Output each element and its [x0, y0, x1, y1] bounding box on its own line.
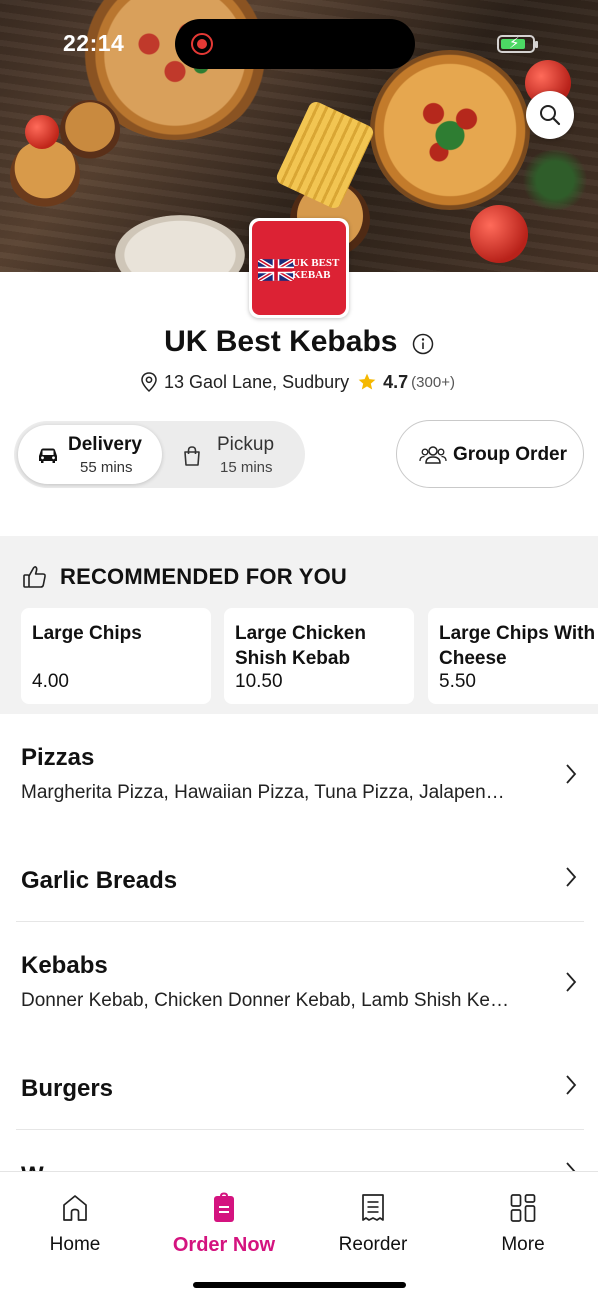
recommended-section: RECOMMENDED FOR YOU Large Chips 4.00 Lar… [0, 536, 598, 714]
location-pin-icon [141, 372, 157, 393]
category-name: Kebabs [21, 952, 108, 979]
chevron-right-icon [566, 1075, 577, 1095]
delivery-option[interactable]: Delivery 55 mins [18, 425, 162, 484]
category-description: Margherita Pizza, Hawaiian Pizza, Tuna P… [21, 782, 505, 803]
chevron-right-icon [566, 764, 577, 784]
chevron-right-icon [566, 972, 577, 992]
category-description: Donner Kebab, Chicken Donner Kebab, Lamb… [21, 990, 509, 1011]
tab-more[interactable]: More [463, 1192, 583, 1256]
item-name: Large Chips With Cheese [439, 623, 596, 669]
recommended-item-card[interactable]: Large Chips With Cheese 5.50 [428, 608, 598, 704]
screen-record-icon [191, 33, 213, 55]
dynamic-island [175, 19, 415, 69]
pickup-label: Pickup [217, 434, 275, 455]
divider [16, 921, 584, 922]
category-name: Garlic Breads [21, 867, 178, 894]
search-icon [540, 105, 561, 126]
logo-text: UK BEST KEBAB [292, 257, 340, 281]
item-name: Large Chicken Shish Kebab [235, 623, 366, 669]
car-icon [39, 448, 57, 463]
rating-value: 4.7 [383, 371, 409, 392]
recommended-item-card[interactable]: Large Chips 4.00 [21, 608, 211, 704]
battery-icon: ⚡ [497, 35, 538, 53]
group-order-label: Group Order [453, 444, 568, 465]
group-order-button[interactable]: Group Order [396, 420, 584, 488]
status-time: 22:14 [63, 30, 125, 56]
item-price: 4.00 [32, 671, 69, 692]
category-name: Burgers [21, 1075, 114, 1102]
category-row-burgers[interactable]: Burgers [16, 1073, 584, 1123]
recommended-heading: RECOMMENDED FOR YOU [60, 564, 347, 589]
tab-reorder[interactable]: Reorder [313, 1192, 433, 1256]
tab-label: More [501, 1234, 545, 1255]
rating-count: (300+) [411, 373, 455, 391]
group-users-icon [419, 446, 447, 464]
restaurant-logo: UK BEST KEBAB [249, 218, 349, 318]
thumbs-up-icon [23, 566, 46, 588]
divider [16, 1129, 584, 1130]
item-name: Large Chips [32, 623, 142, 644]
bottom-tab-bar: Home Order Now Reorder More [0, 1171, 598, 1300]
home-indicator[interactable] [193, 1282, 406, 1288]
restaurant-name: UK Best Kebabs [164, 325, 398, 358]
info-icon[interactable] [412, 333, 434, 355]
category-row-kebabs[interactable]: Kebabs Donner Kebab, Chicken Donner Keba… [16, 950, 584, 1030]
star-icon [358, 373, 376, 390]
category-name: Pizzas [21, 744, 95, 771]
chevron-right-icon [566, 867, 577, 887]
home-icon [63, 1195, 87, 1221]
union-jack-icon [258, 259, 294, 281]
tab-home[interactable]: Home [15, 1192, 135, 1256]
shopping-bag-icon [184, 446, 200, 466]
category-row-garlic-breads[interactable]: Garlic Breads [16, 864, 584, 914]
restaurant-address: 13 Gaol Lane, Sudbury [164, 371, 350, 392]
pickup-time: 15 mins [220, 459, 273, 476]
tab-order-now[interactable]: Order Now [164, 1192, 284, 1257]
chevron-right-icon [566, 1162, 576, 1171]
delivery-time: 55 mins [80, 459, 133, 476]
category-row-pizzas[interactable]: Pizzas Margherita Pizza, Hawaiian Pizza,… [16, 742, 584, 822]
delivery-label: Delivery [68, 434, 142, 455]
delivery-pickup-toggle: Delivery 55 mins Pickup 15 mins [14, 421, 305, 488]
item-price: 5.50 [439, 671, 476, 692]
order-bag-icon [214, 1192, 234, 1222]
category-row-partial[interactable]: W [16, 1160, 584, 1171]
receipt-icon [362, 1194, 384, 1221]
tab-label: Order Now [172, 1234, 276, 1256]
tab-label: Home [49, 1234, 101, 1255]
tab-label: Reorder [338, 1234, 408, 1255]
item-price: 10.50 [235, 671, 283, 692]
pickup-option[interactable]: Pickup 15 mins [164, 425, 301, 484]
category-name: W [21, 1162, 44, 1171]
grid-icon [510, 1194, 536, 1222]
address-row: 13 Gaol Lane, Sudbury 4.7 (300+) [139, 370, 455, 394]
recommended-item-card[interactable]: Large Chicken Shish Kebab 10.50 [224, 608, 414, 704]
search-button[interactable] [526, 91, 574, 139]
